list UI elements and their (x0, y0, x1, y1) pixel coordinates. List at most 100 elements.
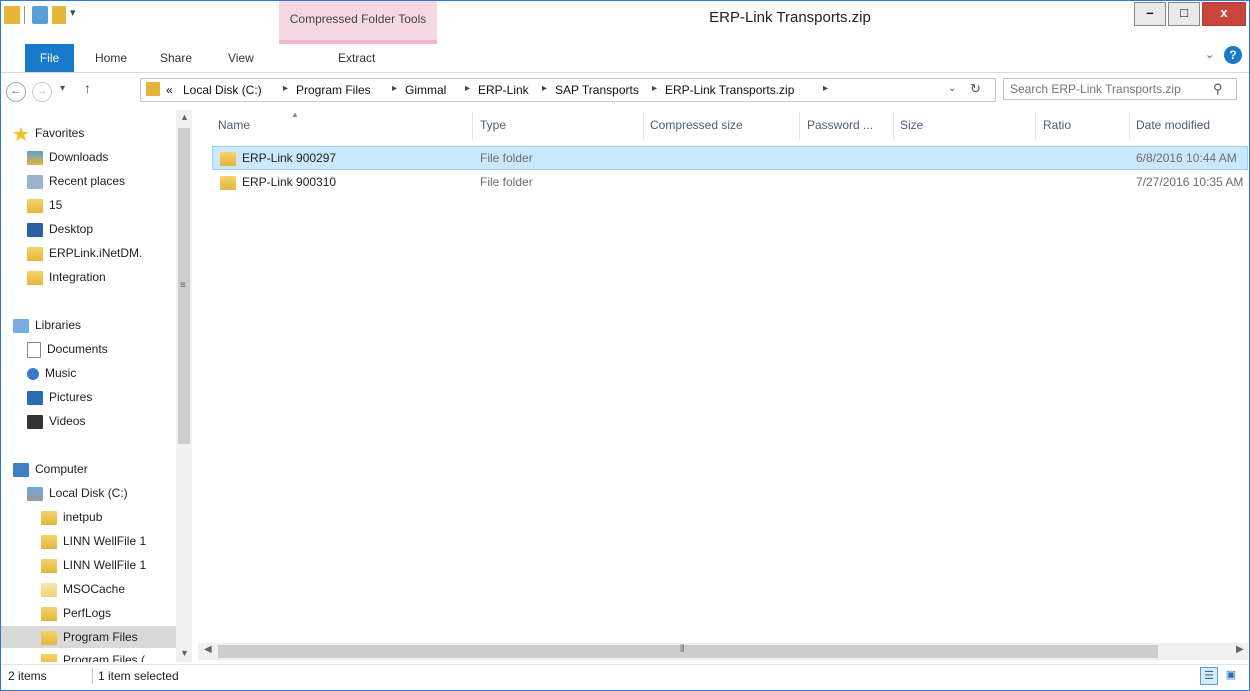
tab-extract[interactable]: Extract (338, 48, 375, 68)
column-header-type[interactable]: Type (480, 118, 506, 132)
column-header-compressed-size[interactable]: Compressed size (650, 118, 743, 132)
new-folder-icon[interactable] (52, 6, 66, 24)
file-type: File folder (480, 151, 533, 165)
nav-item-program-files[interactable]: Program Files (0, 626, 176, 648)
nav-item-local-disk[interactable]: Local Disk (C:) (27, 482, 128, 504)
nav-item-recent-places[interactable]: Recent places (27, 170, 125, 192)
chevron-right-icon[interactable]: ▸ (542, 83, 547, 94)
chevron-right-icon[interactable]: ▸ (283, 83, 288, 94)
chevron-right-icon[interactable]: ▸ (465, 83, 470, 94)
column-divider[interactable] (472, 112, 473, 140)
file-row[interactable] (212, 170, 1248, 194)
scroll-left-icon[interactable]: ◀ (204, 644, 212, 655)
folder-icon (4, 6, 20, 24)
breadcrumb-erp-link[interactable]: ERP-Link (478, 83, 529, 97)
folder-icon (41, 510, 57, 525)
nav-computer[interactable]: Computer (13, 458, 88, 480)
column-divider[interactable] (643, 112, 644, 140)
address-dropdown-icon[interactable]: ⌄ (948, 83, 956, 94)
tab-view[interactable]: View (228, 48, 254, 68)
scroll-up-icon[interactable]: ▲ (180, 112, 189, 122)
breadcrumb-zip-file[interactable]: ERP-Link Transports.zip (665, 83, 794, 97)
nav-item-music[interactable]: Music (27, 362, 76, 384)
column-header-password[interactable]: Password ... (807, 118, 873, 132)
nav-item-linn-wellfile-1[interactable]: LINN WellFile 1 (41, 530, 146, 552)
breadcrumb-gimmal[interactable]: Gimmal (405, 83, 446, 97)
column-divider[interactable] (1035, 112, 1036, 140)
tab-home[interactable]: Home (95, 48, 127, 68)
tab-file[interactable]: File (25, 44, 74, 72)
nav-item-integration[interactable]: Integration (27, 266, 106, 288)
column-divider[interactable] (799, 112, 800, 140)
recent-locations-icon[interactable]: ▾ (60, 83, 65, 94)
contextual-tab-group-label: Compressed Folder Tools (289, 12, 427, 26)
up-arrow-icon[interactable]: ↑ (84, 80, 91, 96)
chevron-right-icon[interactable]: ▸ (652, 83, 657, 94)
details-view-icon[interactable]: ☰ (1200, 667, 1218, 685)
nav-item-documents[interactable]: Documents (27, 338, 108, 360)
nav-item-downloads[interactable]: Downloads (27, 146, 108, 168)
breadcrumb-local-disk[interactable]: Local Disk (C:) (183, 83, 262, 97)
nav-item-desktop[interactable]: Desktop (27, 218, 93, 240)
nav-item-perflogs[interactable]: PerfLogs (41, 602, 111, 624)
column-divider[interactable] (1129, 112, 1130, 140)
quick-access-dropdown-icon[interactable]: ▾ (70, 6, 76, 19)
maximize-button[interactable]: □ (1168, 2, 1200, 26)
nav-item-videos[interactable]: Videos (27, 410, 85, 432)
scroll-grip-icon: ≡ (180, 280, 186, 291)
folder-icon (27, 246, 43, 261)
column-header-name[interactable]: Name (218, 118, 250, 132)
nav-computer-label: Computer (35, 462, 88, 476)
back-icon[interactable]: ← (6, 82, 26, 102)
horizontal-scrollbar-thumb[interactable] (218, 645, 1158, 658)
breadcrumb-overflow[interactable]: « (166, 83, 173, 97)
folder-icon (220, 175, 236, 190)
tab-share[interactable]: Share (160, 48, 192, 68)
column-divider[interactable] (893, 112, 894, 140)
file-row-name[interactable]: ERP-Link 900297 (220, 147, 336, 169)
nav-libraries[interactable]: Libraries (13, 314, 81, 336)
chevron-right-icon[interactable]: ▸ (392, 83, 397, 94)
search-input[interactable] (1003, 78, 1237, 100)
forward-icon[interactable]: → (32, 82, 52, 102)
recent-places-icon (27, 174, 43, 189)
column-header-date-modified[interactable]: Date modified (1136, 118, 1210, 132)
breadcrumb-program-files[interactable]: Program Files (296, 83, 371, 97)
file-row-selected[interactable] (212, 146, 1248, 170)
refresh-icon[interactable]: ↻ (970, 81, 981, 97)
breadcrumb-sap-transports[interactable]: SAP Transports (555, 83, 639, 97)
nav-item-label: Integration (49, 270, 106, 284)
nav-item-label: Program Files (63, 630, 138, 644)
scroll-down-icon[interactable]: ▼ (180, 648, 189, 658)
nav-item-linn-wellfile-2[interactable]: LINN WellFile 1 (41, 554, 146, 576)
nav-favorites[interactable]: Favorites (13, 122, 84, 144)
file-date: 7/27/2016 10:35 AM (1136, 175, 1244, 189)
nav-item-label: Downloads (49, 150, 109, 164)
nav-item-msocache[interactable]: MSOCache (41, 578, 125, 600)
chevron-right-icon[interactable]: ▸ (823, 83, 828, 94)
nav-item-inetpub[interactable]: inetpub (41, 506, 102, 528)
nav-item-program-files-x86[interactable]: Program Files ( (41, 649, 145, 662)
minimize-button[interactable]: – (1134, 2, 1166, 26)
ribbon-expand-icon[interactable]: ⌄ (1205, 48, 1214, 61)
pictures-icon (27, 390, 43, 405)
scroll-right-icon[interactable]: ▶ (1236, 644, 1244, 655)
nav-item-label: LINN WellFile 1 (63, 534, 147, 548)
status-item-count: 2 items (8, 669, 47, 683)
column-header-size[interactable]: Size (900, 118, 923, 132)
close-button[interactable]: x (1202, 2, 1246, 26)
folder-icon (27, 270, 43, 285)
nav-item-pictures[interactable]: Pictures (27, 386, 92, 408)
navigation-pane: Favorites Downloads Recent places 15 Des… (0, 108, 192, 662)
nav-item-label: Program Files ( (63, 653, 146, 662)
nav-libraries-label: Libraries (35, 318, 82, 332)
large-icons-view-icon[interactable]: ▣ (1222, 667, 1240, 685)
nav-item-erplink-inetdm[interactable]: ERPLink.iNetDM. (27, 242, 142, 264)
column-header-ratio[interactable]: Ratio (1043, 118, 1071, 132)
file-date: 6/8/2016 10:44 AM (1136, 151, 1237, 165)
search-icon[interactable]: ⚲ (1213, 81, 1223, 97)
file-row-name[interactable]: ERP-Link 900310 (220, 171, 336, 193)
nav-item-15[interactable]: 15 (27, 194, 62, 216)
properties-icon[interactable] (32, 6, 48, 24)
help-icon[interactable]: ? (1224, 46, 1242, 64)
